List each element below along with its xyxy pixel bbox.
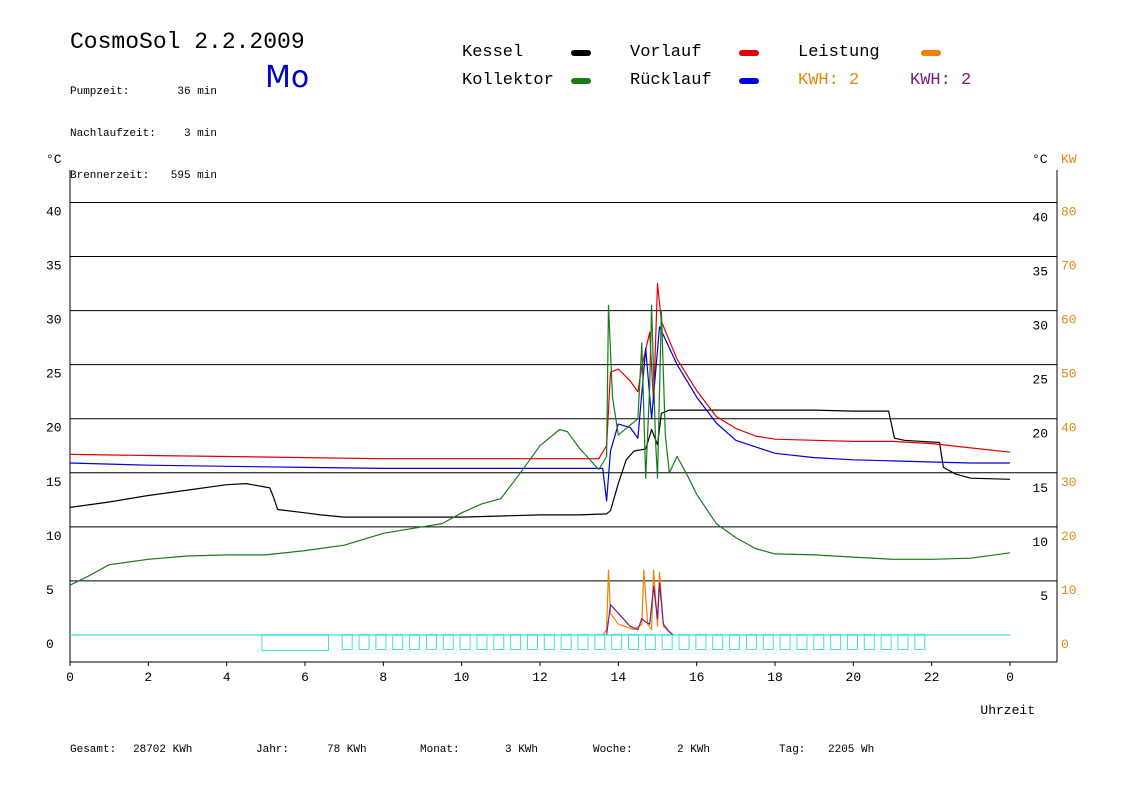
y-axis-title-left: °C (46, 152, 62, 167)
y-tick-label-left: 25 (46, 367, 62, 382)
x-tick-label: 14 (611, 670, 627, 685)
pump-run-box (409, 633, 421, 650)
pump-run-box (261, 633, 329, 651)
y-tick-label-left: 0 (46, 637, 54, 652)
y2-tick-label: 40 (1061, 421, 1077, 436)
series-leistung-line (602, 569, 674, 636)
series-kessel-line (69, 409, 1011, 518)
pump-run-box (543, 633, 555, 650)
x-tick-label: 4 (223, 670, 231, 685)
footer-jahr-value: 78 KWh (327, 744, 367, 756)
footer-jahr-label: Jahr: (256, 744, 290, 756)
pump-run-box (729, 633, 741, 650)
pump-run-box (914, 633, 926, 650)
y-tick-label-right: 40 (1032, 210, 1048, 225)
pump-run-box (661, 633, 673, 650)
pump-run-box (863, 633, 875, 650)
x-tick-label: 0 (1006, 670, 1014, 685)
series-kollektor-line (69, 304, 1011, 586)
y-tick-label-left: 10 (46, 529, 62, 544)
x-tick-label: 12 (532, 670, 548, 685)
x-tick-label: 0 (66, 670, 74, 685)
footer-gesamt-value: 28702 KWh (133, 744, 193, 756)
footer-woche-label: Woche: (593, 744, 633, 756)
x-tick-label: 16 (689, 670, 705, 685)
y-tick-label-left: 35 (46, 259, 62, 274)
pump-run-box (560, 633, 572, 650)
y2-tick-label: 30 (1061, 475, 1077, 490)
y-tick-label-right: 10 (1032, 535, 1048, 550)
footer-tag-value: 2205 Wh (828, 744, 875, 756)
y2-axis-title: KW (1061, 152, 1077, 167)
pump-run-box (830, 633, 842, 650)
pump-run-box (510, 633, 522, 650)
y-tick-label-right: 5 (1040, 589, 1048, 604)
pump-run-box (459, 633, 471, 650)
footer-woche-value: 2 KWh (677, 744, 711, 756)
y-tick-label-left: 30 (46, 313, 62, 328)
pump-run-box (813, 633, 825, 650)
x-tick-label: 22 (924, 670, 940, 685)
x-tick-label: 18 (767, 670, 783, 685)
x-axis-title: Uhrzeit (980, 703, 1035, 718)
pump-run-box (762, 633, 774, 650)
footer-monat-label: Monat: (420, 744, 460, 756)
y-tick-label-left: 15 (46, 475, 62, 490)
y-tick-label-left: 40 (46, 204, 62, 219)
pump-run-box (880, 633, 892, 650)
x-tick-label: 8 (379, 670, 387, 685)
y2-tick-label: 20 (1061, 529, 1077, 544)
pump-run-box (628, 633, 640, 650)
y2-tick-label: 80 (1061, 204, 1077, 219)
pump-run-box (745, 633, 757, 650)
y-tick-label-left: 5 (46, 583, 54, 598)
pump-run-box (611, 633, 623, 650)
y-tick-label-right: 15 (1032, 481, 1048, 496)
pump-run-box (594, 633, 606, 650)
y-tick-label-left: 20 (46, 421, 62, 436)
series-kwh-line (606, 582, 674, 636)
x-tick-label: 6 (301, 670, 309, 685)
y-tick-label-right: 20 (1032, 427, 1048, 442)
x-tick-label: 20 (846, 670, 862, 685)
y2-tick-label: 10 (1061, 583, 1077, 598)
pump-run-box (341, 633, 353, 650)
pump-run-box (712, 633, 724, 650)
pump-run-box (425, 633, 437, 650)
chart: 0510152025303540510152025303540010203040… (46, 152, 1077, 718)
y2-tick-label: 0 (1061, 637, 1069, 652)
y2-tick-label: 50 (1061, 367, 1077, 382)
pump-run-box (476, 633, 488, 650)
pump-run-box (375, 633, 387, 650)
pump-run-box (493, 633, 505, 650)
x-tick-label: 10 (454, 670, 470, 685)
pump-run-box (644, 633, 656, 650)
pump-run-box (526, 633, 538, 650)
y-tick-label-right: 25 (1032, 373, 1048, 388)
y-axis-title-right: °C (1032, 152, 1048, 167)
pump-run-box (846, 633, 858, 650)
pump-run-box (392, 633, 404, 650)
pump-run-box (442, 633, 454, 650)
pump-run-box (678, 633, 690, 650)
footer-tag-label: Tag: (779, 744, 806, 756)
footer-gesamt-label: Gesamt: (70, 744, 117, 756)
pump-run-box (796, 633, 808, 650)
pump-run-box (577, 633, 589, 650)
pump-run-box (358, 633, 370, 650)
pump-run-box (695, 633, 707, 650)
pump-run-box (779, 633, 791, 650)
y2-tick-label: 60 (1061, 313, 1077, 328)
footer-monat-value: 3 KWh (505, 744, 539, 756)
y-tick-label-right: 30 (1032, 319, 1048, 334)
series-vorlauf-line (69, 282, 1011, 460)
y2-tick-label: 70 (1061, 259, 1077, 274)
series-rcklauf-line (69, 326, 1010, 502)
x-tick-label: 2 (144, 670, 152, 685)
y-tick-label-right: 35 (1032, 265, 1048, 280)
pump-run-box (897, 633, 909, 650)
